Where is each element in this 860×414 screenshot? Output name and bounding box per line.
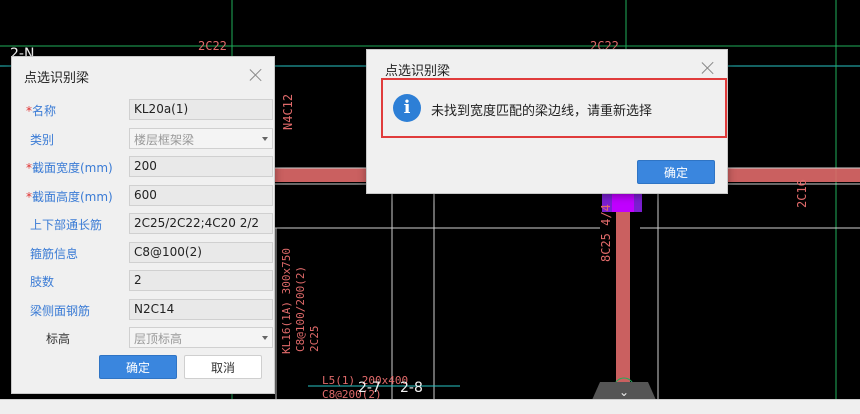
- field-value: 2: [134, 273, 142, 287]
- field-label: 名称: [26, 102, 56, 119]
- cad-axis-label-b: 2-8: [400, 380, 423, 396]
- field-label: 标高: [46, 332, 71, 346]
- field-value: 楼层框架梁: [134, 133, 195, 147]
- ok-button[interactable]: 确定: [637, 160, 715, 184]
- text-field[interactable]: N2C14: [129, 299, 273, 320]
- chevron-down-icon[interactable]: [262, 137, 268, 141]
- field-label: 梁侧面钢筋: [30, 304, 91, 318]
- field-value: KL20a(1): [134, 102, 189, 116]
- dialog-title: 点选识别梁: [385, 64, 451, 79]
- field-label: 截面宽度(mm): [26, 159, 113, 176]
- field-label: 箍筋信息: [30, 247, 79, 261]
- field-value: C8@100(2): [134, 245, 202, 259]
- field-value: 2C25/2C22;4C20 2/2: [134, 216, 260, 230]
- close-icon[interactable]: [701, 61, 715, 75]
- error-highlight-box: i 未找到宽度匹配的梁边线，请重新选择: [381, 78, 727, 138]
- field-value: 200: [134, 159, 157, 173]
- field-label: 截面高度(mm): [26, 188, 113, 205]
- cad-label-top-left: 2C22: [198, 39, 227, 53]
- status-bar: [0, 399, 860, 414]
- cad-label-vertical-left: N4C12: [281, 94, 295, 130]
- select-field[interactable]: 层顶标高: [129, 327, 273, 348]
- text-field[interactable]: 2: [129, 270, 273, 291]
- cad-beam-note-2: C8@100/200(2): [294, 266, 307, 352]
- cancel-button[interactable]: 取消: [184, 355, 262, 379]
- dialog-title: 点选识别梁: [24, 71, 90, 86]
- text-field[interactable]: 2C25/2C22;4C20 2/2: [129, 213, 273, 234]
- chevron-down-icon[interactable]: ⌄: [619, 385, 629, 399]
- beam-recognition-dialog: 点选识别梁 确定 取消 名称 KL20a(1) 类别 楼层框架梁截面宽度(mm) 200…: [11, 56, 275, 394]
- info-icon: i: [393, 94, 421, 122]
- message-dialog: 点选识别梁 i 未找到宽度匹配的梁边线，请重新选择 确定: [366, 49, 728, 194]
- message-text: 未找到宽度匹配的梁边线，请重新选择: [431, 104, 653, 119]
- close-icon[interactable]: [249, 68, 263, 82]
- cad-beam-vertical[interactable]: [616, 182, 630, 400]
- text-field[interactable]: KL20a(1): [129, 99, 273, 120]
- select-field[interactable]: 楼层框架梁: [129, 128, 273, 149]
- text-field[interactable]: 600: [129, 185, 273, 206]
- chevron-down-icon[interactable]: [262, 336, 268, 340]
- cad-beam-note-3: 2C25: [308, 326, 321, 353]
- field-value: 层顶标高: [134, 332, 183, 346]
- field-value: N2C14: [134, 302, 175, 316]
- text-field[interactable]: C8@100(2): [129, 242, 273, 263]
- text-field[interactable]: 200: [129, 156, 273, 177]
- cad-label-far-right: 2C16: [795, 179, 809, 208]
- field-value: 600: [134, 188, 157, 202]
- field-label: 肢数: [30, 275, 55, 289]
- cad-axis-label-a: 2-7: [358, 380, 381, 396]
- field-label: 上下部通长筋: [30, 218, 103, 232]
- field-label: 类别: [30, 133, 55, 147]
- cad-label-vertical-right: 8C25 4/4: [599, 204, 613, 262]
- ok-button[interactable]: 确定: [99, 355, 177, 379]
- cad-beam-note-1: KL16(1A) 300x750: [280, 248, 293, 354]
